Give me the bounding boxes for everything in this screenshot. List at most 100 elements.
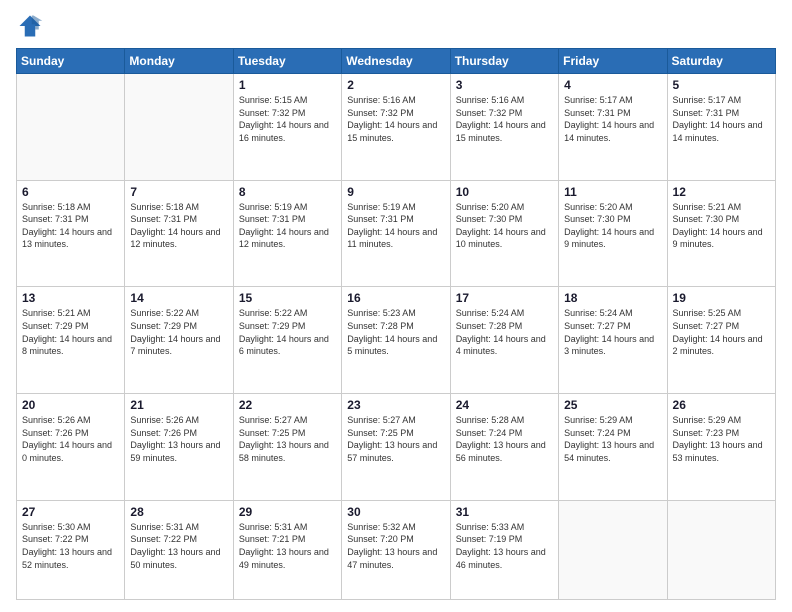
day-number: 4	[564, 78, 661, 92]
day-cell: 27 Sunrise: 5:30 AM Sunset: 7:22 PM Dayli…	[17, 500, 125, 599]
weekday-header-monday: Monday	[125, 49, 233, 74]
weekday-header-thursday: Thursday	[450, 49, 558, 74]
weekday-header-tuesday: Tuesday	[233, 49, 341, 74]
day-number: 9	[347, 185, 444, 199]
weekday-header-saturday: Saturday	[667, 49, 775, 74]
day-number: 20	[22, 398, 119, 412]
day-number: 2	[347, 78, 444, 92]
day-cell: 8 Sunrise: 5:19 AM Sunset: 7:31 PM Daylig…	[233, 180, 341, 287]
week-row-4: 20 Sunrise: 5:26 AM Sunset: 7:26 PM Dayli…	[17, 394, 776, 501]
week-row-5: 27 Sunrise: 5:30 AM Sunset: 7:22 PM Dayli…	[17, 500, 776, 599]
day-cell: 24 Sunrise: 5:28 AM Sunset: 7:24 PM Dayli…	[450, 394, 558, 501]
day-cell: 17Sunrise: 5:24 AM Sunset: 7:28 PM Dayli…	[450, 287, 558, 394]
day-info: Sunrise: 5:24 AM Sunset: 7:27 PM Dayligh…	[564, 307, 661, 357]
day-number: 8	[239, 185, 336, 199]
day-cell: 12 Sunrise: 5:21 AM Sunset: 7:30 PM Dayli…	[667, 180, 775, 287]
weekday-header-wednesday: Wednesday	[342, 49, 450, 74]
day-number: 27	[22, 505, 119, 519]
day-info: Sunrise: 5:18 AM Sunset: 7:31 PM Dayligh…	[22, 201, 119, 251]
day-cell: 21 Sunrise: 5:26 AM Sunset: 7:26 PM Dayli…	[125, 394, 233, 501]
day-info: Sunrise: 5:20 AM Sunset: 7:30 PM Dayligh…	[456, 201, 553, 251]
day-cell: 28 Sunrise: 5:31 AM Sunset: 7:22 PM Dayli…	[125, 500, 233, 599]
day-cell	[17, 74, 125, 181]
day-number: 24	[456, 398, 553, 412]
day-cell: 16 Sunrise: 5:23 AM Sunset: 7:28 PM Dayli…	[342, 287, 450, 394]
day-info: Sunrise: 5:23 AM Sunset: 7:28 PM Dayligh…	[347, 307, 444, 357]
calendar-table: SundayMondayTuesdayWednesdayThursdayFrid…	[16, 48, 776, 600]
day-info: Sunrise: 5:19 AM Sunset: 7:31 PM Dayligh…	[239, 201, 336, 251]
day-number: 29	[239, 505, 336, 519]
day-number: 21	[130, 398, 227, 412]
day-cell: 1Sunrise: 5:15 AM Sunset: 7:32 PM Daylig…	[233, 74, 341, 181]
week-row-3: 13 Sunrise: 5:21 AM Sunset: 7:29 PM Dayli…	[17, 287, 776, 394]
day-cell: 4Sunrise: 5:17 AM Sunset: 7:31 PM Daylig…	[559, 74, 667, 181]
day-cell: 31 Sunrise: 5:33 AM Sunset: 7:19 PM Dayli…	[450, 500, 558, 599]
day-cell	[125, 74, 233, 181]
day-number: 6	[22, 185, 119, 199]
day-info: Sunrise: 5:26 AM Sunset: 7:26 PM Dayligh…	[130, 414, 227, 464]
day-cell: 3 Sunrise: 5:16 AM Sunset: 7:32 PM Daylig…	[450, 74, 558, 181]
day-info: Sunrise: 5:20 AM Sunset: 7:30 PM Dayligh…	[564, 201, 661, 251]
day-info: Sunrise: 5:28 AM Sunset: 7:24 PM Dayligh…	[456, 414, 553, 464]
day-cell: 20 Sunrise: 5:26 AM Sunset: 7:26 PM Dayli…	[17, 394, 125, 501]
day-number: 25	[564, 398, 661, 412]
day-info: Sunrise: 5:26 AM Sunset: 7:26 PM Dayligh…	[22, 414, 119, 464]
day-info: Sunrise: 5:21 AM Sunset: 7:29 PM Dayligh…	[22, 307, 119, 357]
weekday-header-sunday: Sunday	[17, 49, 125, 74]
day-info: Sunrise: 5:19 AM Sunset: 7:31 PM Dayligh…	[347, 201, 444, 251]
day-info: Sunrise: 5:27 AM Sunset: 7:25 PM Dayligh…	[239, 414, 336, 464]
day-info: Sunrise: 5:21 AM Sunset: 7:30 PM Dayligh…	[673, 201, 770, 251]
day-cell: 14 Sunrise: 5:22 AM Sunset: 7:29 PM Dayli…	[125, 287, 233, 394]
day-cell: 15 Sunrise: 5:22 AM Sunset: 7:29 PM Dayli…	[233, 287, 341, 394]
day-number: 22	[239, 398, 336, 412]
day-number: 14	[130, 291, 227, 305]
day-cell: 2Sunrise: 5:16 AM Sunset: 7:32 PM Daylig…	[342, 74, 450, 181]
day-info: Sunrise: 5:31 AM Sunset: 7:22 PM Dayligh…	[130, 521, 227, 571]
day-number: 12	[673, 185, 770, 199]
day-number: 11	[564, 185, 661, 199]
day-number: 23	[347, 398, 444, 412]
day-info: Sunrise: 5:29 AM Sunset: 7:24 PM Dayligh…	[564, 414, 661, 464]
day-info: Sunrise: 5:29 AM Sunset: 7:23 PM Dayligh…	[673, 414, 770, 464]
day-cell: 29 Sunrise: 5:31 AM Sunset: 7:21 PM Dayli…	[233, 500, 341, 599]
day-cell: 11 Sunrise: 5:20 AM Sunset: 7:30 PM Dayli…	[559, 180, 667, 287]
day-info: Sunrise: 5:17 AM Sunset: 7:31 PM Dayligh…	[673, 94, 770, 144]
day-info: Sunrise: 5:15 AM Sunset: 7:32 PM Dayligh…	[239, 94, 336, 144]
day-info: Sunrise: 5:33 AM Sunset: 7:19 PM Dayligh…	[456, 521, 553, 571]
weekday-header-row: SundayMondayTuesdayWednesdayThursdayFrid…	[17, 49, 776, 74]
day-number: 15	[239, 291, 336, 305]
day-cell	[667, 500, 775, 599]
day-info: Sunrise: 5:22 AM Sunset: 7:29 PM Dayligh…	[239, 307, 336, 357]
logo	[16, 12, 48, 40]
calendar-page: SundayMondayTuesdayWednesdayThursdayFrid…	[0, 0, 792, 612]
day-number: 10	[456, 185, 553, 199]
day-number: 17	[456, 291, 553, 305]
day-number: 26	[673, 398, 770, 412]
day-info: Sunrise: 5:25 AM Sunset: 7:27 PM Dayligh…	[673, 307, 770, 357]
day-info: Sunrise: 5:31 AM Sunset: 7:21 PM Dayligh…	[239, 521, 336, 571]
day-number: 30	[347, 505, 444, 519]
day-cell: 23 Sunrise: 5:27 AM Sunset: 7:25 PM Dayli…	[342, 394, 450, 501]
day-info: Sunrise: 5:30 AM Sunset: 7:22 PM Dayligh…	[22, 521, 119, 571]
day-cell: 30 Sunrise: 5:32 AM Sunset: 7:20 PM Dayli…	[342, 500, 450, 599]
day-cell: 13 Sunrise: 5:21 AM Sunset: 7:29 PM Dayli…	[17, 287, 125, 394]
day-info: Sunrise: 5:22 AM Sunset: 7:29 PM Dayligh…	[130, 307, 227, 357]
day-info: Sunrise: 5:18 AM Sunset: 7:31 PM Dayligh…	[130, 201, 227, 251]
day-number: 13	[22, 291, 119, 305]
day-info: Sunrise: 5:32 AM Sunset: 7:20 PM Dayligh…	[347, 521, 444, 571]
week-row-1: 1Sunrise: 5:15 AM Sunset: 7:32 PM Daylig…	[17, 74, 776, 181]
day-cell: 5Sunrise: 5:17 AM Sunset: 7:31 PM Daylig…	[667, 74, 775, 181]
day-info: Sunrise: 5:16 AM Sunset: 7:32 PM Dayligh…	[456, 94, 553, 144]
day-number: 31	[456, 505, 553, 519]
day-cell: 19Sunrise: 5:25 AM Sunset: 7:27 PM Dayli…	[667, 287, 775, 394]
day-number: 28	[130, 505, 227, 519]
day-cell: 6 Sunrise: 5:18 AM Sunset: 7:31 PM Daylig…	[17, 180, 125, 287]
day-cell: 7Sunrise: 5:18 AM Sunset: 7:31 PM Daylig…	[125, 180, 233, 287]
day-info: Sunrise: 5:27 AM Sunset: 7:25 PM Dayligh…	[347, 414, 444, 464]
day-number: 3	[456, 78, 553, 92]
logo-icon	[16, 12, 44, 40]
day-number: 16	[347, 291, 444, 305]
day-cell: 18 Sunrise: 5:24 AM Sunset: 7:27 PM Dayli…	[559, 287, 667, 394]
day-number: 18	[564, 291, 661, 305]
week-row-2: 6 Sunrise: 5:18 AM Sunset: 7:31 PM Daylig…	[17, 180, 776, 287]
